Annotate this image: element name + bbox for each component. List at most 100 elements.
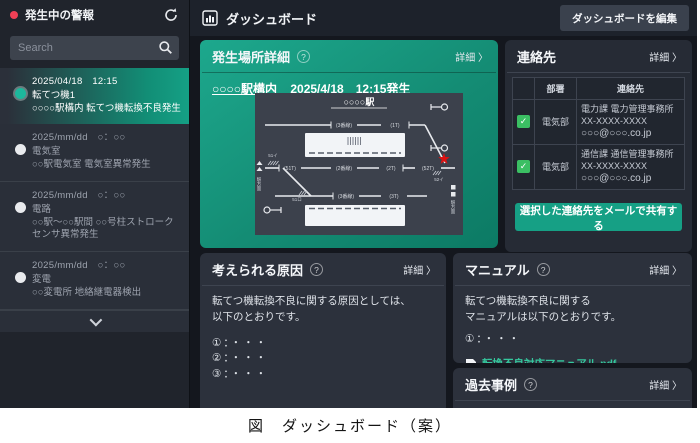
main-header: ダッシュボード ダッシュボードを編集 — [190, 0, 697, 36]
alert-status-dot-icon — [8, 76, 32, 115]
contact-row: ✓ 電気部 電力課 電力管理事務所 XX-XXXX-XXXX ○○○@○○○.c… — [513, 100, 685, 145]
help-icon[interactable]: ? — [524, 378, 537, 391]
track-label: (52T) — [422, 166, 434, 172]
column-header-contact: 連絡先 — [577, 78, 685, 100]
switch-label: 51イ — [268, 153, 278, 158]
track-label: (51T) — [284, 166, 296, 172]
alert-list-expand-button[interactable] — [0, 310, 189, 332]
alert-text: 2025/04/18 12:15 転てつ機1 ○○○○駅構内 転てつ機転換不良発… — [32, 76, 181, 115]
track-label: (3T) — [389, 194, 399, 200]
contact-email: ○○○@○○○.co.jp — [581, 172, 680, 186]
manual-pdf-link[interactable]: 転換不良対応マニュアル.pdf — [482, 357, 616, 363]
panel-header: 過去事例 ? 詳細 〉 — [453, 368, 692, 400]
alert-description: ○○○○駅構内 転てつ機転換不良発生 — [32, 103, 181, 116]
alert-datetime: 2025/04/18 12:15 — [32, 76, 181, 89]
panel-header: マニュアル ? 詳細 〉 — [453, 253, 692, 285]
alert-list: 2025/04/18 12:15 転てつ機1 ○○○○駅構内 転てつ機転換不良発… — [0, 68, 189, 332]
alert-item[interactable]: 2025/mm/dd ○：○○ 変電 ○○変電所 地絡継電器検出 — [0, 252, 189, 309]
contact-info: 通信課 通信管理事務所 XX-XXXX-XXXX ○○○@○○○.co.jp — [577, 144, 685, 189]
contact-checkbox[interactable]: ✓ — [517, 115, 530, 128]
search-input[interactable] — [10, 36, 179, 60]
bar-chart-icon — [202, 10, 218, 26]
alert-datetime: 2025/mm/dd ○：○○ — [32, 260, 181, 273]
refresh-icon[interactable] — [163, 7, 179, 23]
sidebar-header: 発生中の警報 — [0, 0, 189, 30]
page-title: ダッシュボード — [226, 9, 560, 28]
track-label: (1T) — [390, 123, 400, 129]
alert-text: 2025/mm/dd ○：○○ 電路 ○○駅～○○駅間 ○○号柱ストロークセンサ… — [32, 190, 181, 242]
detail-link[interactable]: 詳細 〉 — [649, 262, 682, 277]
body-text: 転てつ機転換不良に関する — [465, 294, 680, 310]
detail-link[interactable]: 詳細 〉 — [649, 49, 682, 64]
body-text: 以下のとおりです。 — [212, 310, 434, 326]
contacts-panel: 連絡先 詳細 〉 部署 連絡先 ✓ 電気部 電力課 電力管理事 — [505, 40, 692, 252]
pdf-link-row: 転換不良対応マニュアル.pdf — [465, 357, 680, 363]
switch-label: 51ロ — [292, 197, 302, 202]
help-icon[interactable]: ? — [537, 263, 550, 276]
alert-item[interactable]: 2025/mm/dd ○：○○ 電気室 ○○駅電気室 電気室異常発生 — [0, 124, 189, 181]
possible-causes-panel: 考えられる原因 ? 詳細 〉 転てつ機転換不良に関する原因としては、 以下のとお… — [200, 253, 446, 408]
contact-office: 通信課 通信管理事務所 — [581, 148, 680, 160]
alert-description: ○○駅～○○駅間 ○○号柱ストロークセンサ異常発生 — [32, 217, 181, 243]
edit-dashboard-button[interactable]: ダッシュボードを編集 — [560, 5, 689, 31]
contact-info: 電力課 電力管理事務所 XX-XXXX-XXXX ○○○@○○○.co.jp — [577, 100, 685, 145]
alert-item-selected[interactable]: 2025/04/18 12:15 転てつ機1 ○○○○駅構内 転てつ機転換不良発… — [0, 68, 189, 124]
alert-description: ○○変電所 地絡継電器検出 — [32, 287, 181, 300]
manual-panel: マニュアル ? 詳細 〉 転てつ機転換不良に関する マニュアルは以下のとおりです… — [453, 253, 692, 363]
detail-link[interactable]: 詳細 〉 — [649, 377, 682, 392]
contact-office: 電力課 電力管理事務所 — [581, 103, 680, 115]
alert-sidebar: 発生中の警報 2025/04/18 12:15 転てつ — [0, 0, 190, 408]
manual-body: 転てつ機転換不良に関する マニュアルは以下のとおりです。 ①：・・・ 転換不良対… — [453, 286, 692, 363]
alert-category: 変電 — [32, 274, 181, 287]
location-detail-panel: 発生場所詳細 ? 詳細 〉 ○○○○駅構内 2025/4/18 12:15発生 … — [200, 40, 498, 248]
contact-checkbox[interactable]: ✓ — [517, 160, 530, 173]
help-icon[interactable]: ? — [310, 263, 323, 276]
file-icon — [465, 358, 477, 363]
station-track-diagram: ○○○○駅 (3番線) (1T) — [255, 93, 463, 235]
alert-datetime: 2025/mm/dd ○：○○ — [32, 190, 181, 203]
sidebar-title: 発生中の警報 — [25, 7, 163, 23]
contact-row: ✓ 電気部 通信課 通信管理事務所 XX-XXXX-XXXX ○○○@○○○.c… — [513, 144, 685, 189]
detail-link[interactable]: 詳細 〉 — [403, 262, 436, 277]
manual-list: ①：・・・ — [465, 332, 680, 348]
manual-item: ①：・・・ — [465, 332, 680, 348]
page: 発生中の警報 2025/04/18 12:15 転てつ — [0, 0, 700, 443]
contact-dept: 電気部 — [535, 144, 577, 189]
panel-header: 連絡先 詳細 〉 — [505, 40, 692, 72]
panel-header: 発生場所詳細 ? 詳細 〉 — [200, 40, 498, 72]
diagram-station-name: ○○○○駅 — [344, 97, 376, 107]
figure-caption: 図 ダッシュボード（案） — [0, 415, 700, 436]
alert-datetime: 2025/mm/dd ○：○○ — [32, 132, 181, 145]
alert-description: ○○駅電気室 電気室異常発生 — [32, 159, 181, 172]
alert-text: 2025/mm/dd ○：○○ 変電 ○○変電所 地絡継電器検出 — [32, 260, 181, 299]
search-icon[interactable] — [158, 40, 173, 55]
contact-phone: XX-XXXX-XXXX — [581, 115, 680, 127]
direction-label-left: 駅方面 — [256, 177, 262, 192]
direction-label-right: 駅方面 — [450, 200, 456, 215]
contact-dept: 電気部 — [535, 100, 577, 145]
alert-status-dot-icon — [8, 190, 32, 242]
share-contacts-button[interactable]: 選択した連絡先をメールで共有する — [515, 203, 682, 231]
contact-phone: XX-XXXX-XXXX — [581, 160, 680, 172]
sidebar-empty-area — [0, 332, 189, 408]
help-icon[interactable]: ? — [297, 50, 310, 63]
track-label: (3番線) — [336, 122, 352, 129]
direction-square-icon — [451, 192, 456, 197]
alert-item[interactable]: 2025/mm/dd ○：○○ 電路 ○○駅～○○駅間 ○○号柱ストロークセンサ… — [0, 182, 189, 252]
column-header-dept: 部署 — [535, 78, 577, 100]
alert-text: 2025/mm/dd ○：○○ 電気室 ○○駅電気室 電気室異常発生 — [32, 132, 181, 171]
alert-category: 電路 — [32, 204, 181, 217]
panel-title: 発生場所詳細 — [212, 47, 290, 66]
chevron-down-icon — [90, 313, 103, 326]
contacts-table-header-row: 部署 連絡先 — [513, 78, 685, 100]
alert-category: 電気室 — [32, 146, 181, 159]
cause-item: ①：・・・ — [212, 336, 434, 352]
alert-status-dot-icon — [8, 260, 32, 299]
detail-link[interactable]: 詳細 〉 — [455, 49, 488, 64]
alert-status-dot-icon — [8, 132, 32, 171]
panel-title: 連絡先 — [517, 47, 556, 66]
track-label: (2T) — [386, 166, 396, 172]
search-container — [10, 36, 179, 60]
dashboard-screenshot: 発生中の警報 2025/04/18 12:15 転てつ — [0, 0, 697, 408]
contacts-table: 部署 連絡先 ✓ 電気部 電力課 電力管理事務所 XX-XXXX-XXXX ○○… — [512, 77, 685, 190]
